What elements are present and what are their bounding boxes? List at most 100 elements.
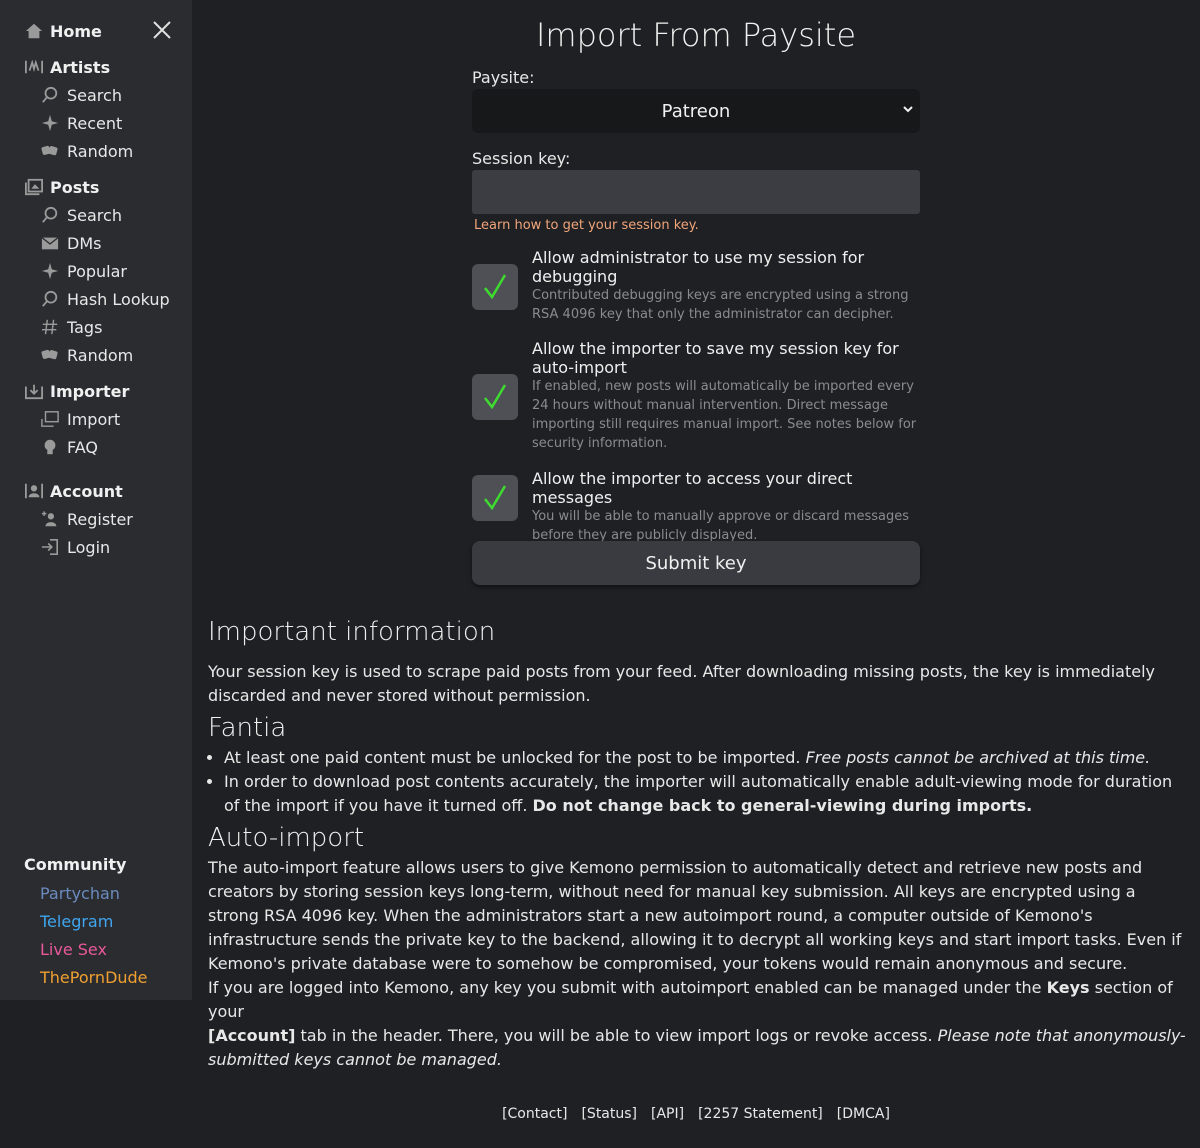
- envelope-icon: [40, 233, 60, 253]
- sidebar-item-posts-hash-lookup[interactable]: Hash Lookup: [40, 287, 170, 311]
- footer-link-status[interactable]: [Status]: [581, 1106, 637, 1122]
- sidebar-item-account-register[interactable]: Register: [40, 507, 133, 531]
- fantia-bullet-1-text: At least one paid content must be unlock…: [224, 748, 801, 767]
- sidebar-item-artists-recent[interactable]: Recent: [40, 111, 122, 135]
- community-title: Community: [24, 855, 127, 874]
- home-icon: [24, 21, 44, 41]
- community-link-telegram[interactable]: Telegram: [40, 912, 113, 931]
- artists-icon: [24, 57, 44, 77]
- sidebar-item-label: Register: [67, 509, 133, 529]
- dm-permission-title: Allow the importer to access your direct…: [532, 469, 853, 507]
- learn-session-key-link[interactable]: Learn how to get your session key.: [474, 218, 920, 233]
- sidebar-item-posts-popular[interactable]: Popular: [40, 259, 127, 283]
- sidebar-item-label: Popular: [67, 261, 127, 281]
- fantia-list: At least one paid content must be unlock…: [224, 746, 1188, 818]
- fantia-bullet-2-strong: Do not change back to general-viewing du…: [532, 796, 1033, 815]
- important-info-heading: Important information: [208, 617, 496, 647]
- footer-link-dmca[interactable]: [DMCA]: [837, 1106, 890, 1122]
- sidebar-section-posts[interactable]: Posts: [24, 175, 99, 199]
- important-info-text: Your session key is used to scrape paid …: [208, 662, 1155, 705]
- search-icon: [40, 289, 60, 309]
- paysite-select[interactable]: Patreon: [472, 89, 920, 133]
- sidebar-home-label: Home: [50, 21, 102, 41]
- sidebar-item-posts-search[interactable]: Search: [40, 203, 122, 227]
- community-link-live-sex[interactable]: Live Sex: [40, 940, 107, 959]
- dm-permission-checkbox[interactable]: [472, 475, 518, 521]
- autoimport-permission-checkbox[interactable]: [472, 374, 518, 420]
- community-link-theporndude[interactable]: ThePornDude: [40, 968, 148, 987]
- sidebar-section-label: Account: [50, 481, 123, 501]
- chevron-down-icon: [903, 106, 913, 113]
- session-key-input[interactable]: [472, 170, 920, 214]
- debug-permission-checkbox[interactable]: [472, 264, 518, 310]
- sidebar-item-importer-import[interactable]: Import: [40, 407, 120, 431]
- fantia-bullet-1-emphasis: Free posts cannot be archived at this ti…: [805, 748, 1151, 767]
- auto-import-heading: Auto-import: [208, 823, 365, 853]
- autoimport-permission-option: Allow the importer to save my session ke…: [472, 339, 920, 453]
- sidebar-section-label: Posts: [50, 177, 100, 197]
- import-icon: [40, 409, 60, 429]
- fantia-heading: Fantia: [208, 713, 287, 743]
- auto-import-p2-a: If you are logged into Kemono, any key y…: [208, 978, 1042, 997]
- auto-import-text: The auto-import feature allows users to …: [208, 858, 1182, 973]
- sidebar-section-importer[interactable]: Importer: [24, 379, 129, 403]
- sidebar-item-posts-tags[interactable]: Tags: [40, 315, 102, 339]
- footer-link-2257[interactable]: [2257 Statement]: [698, 1106, 823, 1122]
- sidebar-item-label: DMs: [67, 233, 102, 253]
- close-sidebar-button[interactable]: [150, 18, 174, 42]
- sidebar: Home Artists Search Recent Random Posts …: [0, 0, 192, 1000]
- paysite-selected-value: Patreon: [661, 100, 731, 122]
- sidebar-item-label: Hash Lookup: [67, 289, 170, 309]
- posts-icon: [24, 177, 44, 197]
- sidebar-item-posts-random[interactable]: Random: [40, 343, 133, 367]
- sidebar-item-label: Random: [67, 345, 134, 365]
- debug-permission-option: Allow administrator to use my session fo…: [472, 248, 920, 324]
- community-link-partychan[interactable]: Partychan: [40, 884, 120, 903]
- dice-icon: [40, 141, 60, 161]
- sidebar-item-account-login[interactable]: Login: [40, 535, 110, 559]
- sidebar-section-label: Importer: [50, 381, 130, 401]
- sidebar-item-label: Search: [67, 85, 122, 105]
- footer: [Contact] [Status] [API] [2257 Statement…: [192, 1106, 1200, 1122]
- session-key-label: Session key:: [472, 149, 571, 168]
- sidebar-item-label: Import: [67, 409, 121, 429]
- sidebar-item-label: Random: [67, 141, 134, 161]
- account-icon: [24, 481, 44, 501]
- importer-icon: [24, 381, 44, 401]
- page-title: Import From Paysite: [535, 16, 857, 54]
- account-tab-name: [Account]: [208, 1026, 296, 1045]
- sparkle-icon: [40, 261, 60, 281]
- sidebar-item-label: Search: [67, 205, 122, 225]
- sidebar-item-label: Recent: [67, 113, 123, 133]
- sidebar-item-label: Login: [67, 537, 111, 557]
- dm-permission-option: Allow the importer to access your direct…: [472, 469, 920, 545]
- sidebar-home[interactable]: Home: [24, 18, 102, 44]
- footer-link-api[interactable]: [API]: [651, 1106, 684, 1122]
- register-icon: [40, 509, 60, 529]
- sidebar-item-importer-faq[interactable]: FAQ: [40, 435, 98, 459]
- faq-icon: [40, 437, 60, 457]
- debug-permission-title: Allow administrator to use my session fo…: [532, 248, 865, 286]
- checkmark-icon: [484, 485, 507, 511]
- sidebar-section-label: Artists: [50, 57, 111, 77]
- footer-link-contact[interactable]: [Contact]: [502, 1106, 567, 1122]
- paysite-label: Paysite:: [472, 68, 535, 87]
- keys-section-name: Keys: [1046, 978, 1090, 997]
- autoimport-permission-title: Allow the importer to save my session ke…: [532, 339, 899, 377]
- autoimport-permission-desc: If enabled, new posts will automatically…: [532, 379, 917, 451]
- submit-key-button[interactable]: Submit key: [472, 541, 920, 585]
- list-item: In order to download post contents accur…: [224, 770, 1188, 818]
- checkmark-icon: [484, 274, 507, 300]
- auto-import-management-text: If you are logged into Kemono, any key y…: [208, 976, 1188, 1072]
- sparkle-icon: [40, 113, 60, 133]
- sidebar-item-label: FAQ: [67, 437, 98, 457]
- sidebar-item-artists-random[interactable]: Random: [40, 139, 133, 163]
- sidebar-item-posts-dms[interactable]: DMs: [40, 231, 101, 255]
- debug-permission-desc: Contributed debugging keys are encrypted…: [532, 288, 909, 322]
- sidebar-item-artists-search[interactable]: Search: [40, 83, 122, 107]
- sidebar-section-account[interactable]: Account: [24, 479, 123, 503]
- checkmark-icon: [484, 384, 507, 410]
- search-icon: [40, 205, 60, 225]
- sidebar-section-artists[interactable]: Artists: [24, 55, 110, 79]
- hash-icon: [40, 317, 60, 337]
